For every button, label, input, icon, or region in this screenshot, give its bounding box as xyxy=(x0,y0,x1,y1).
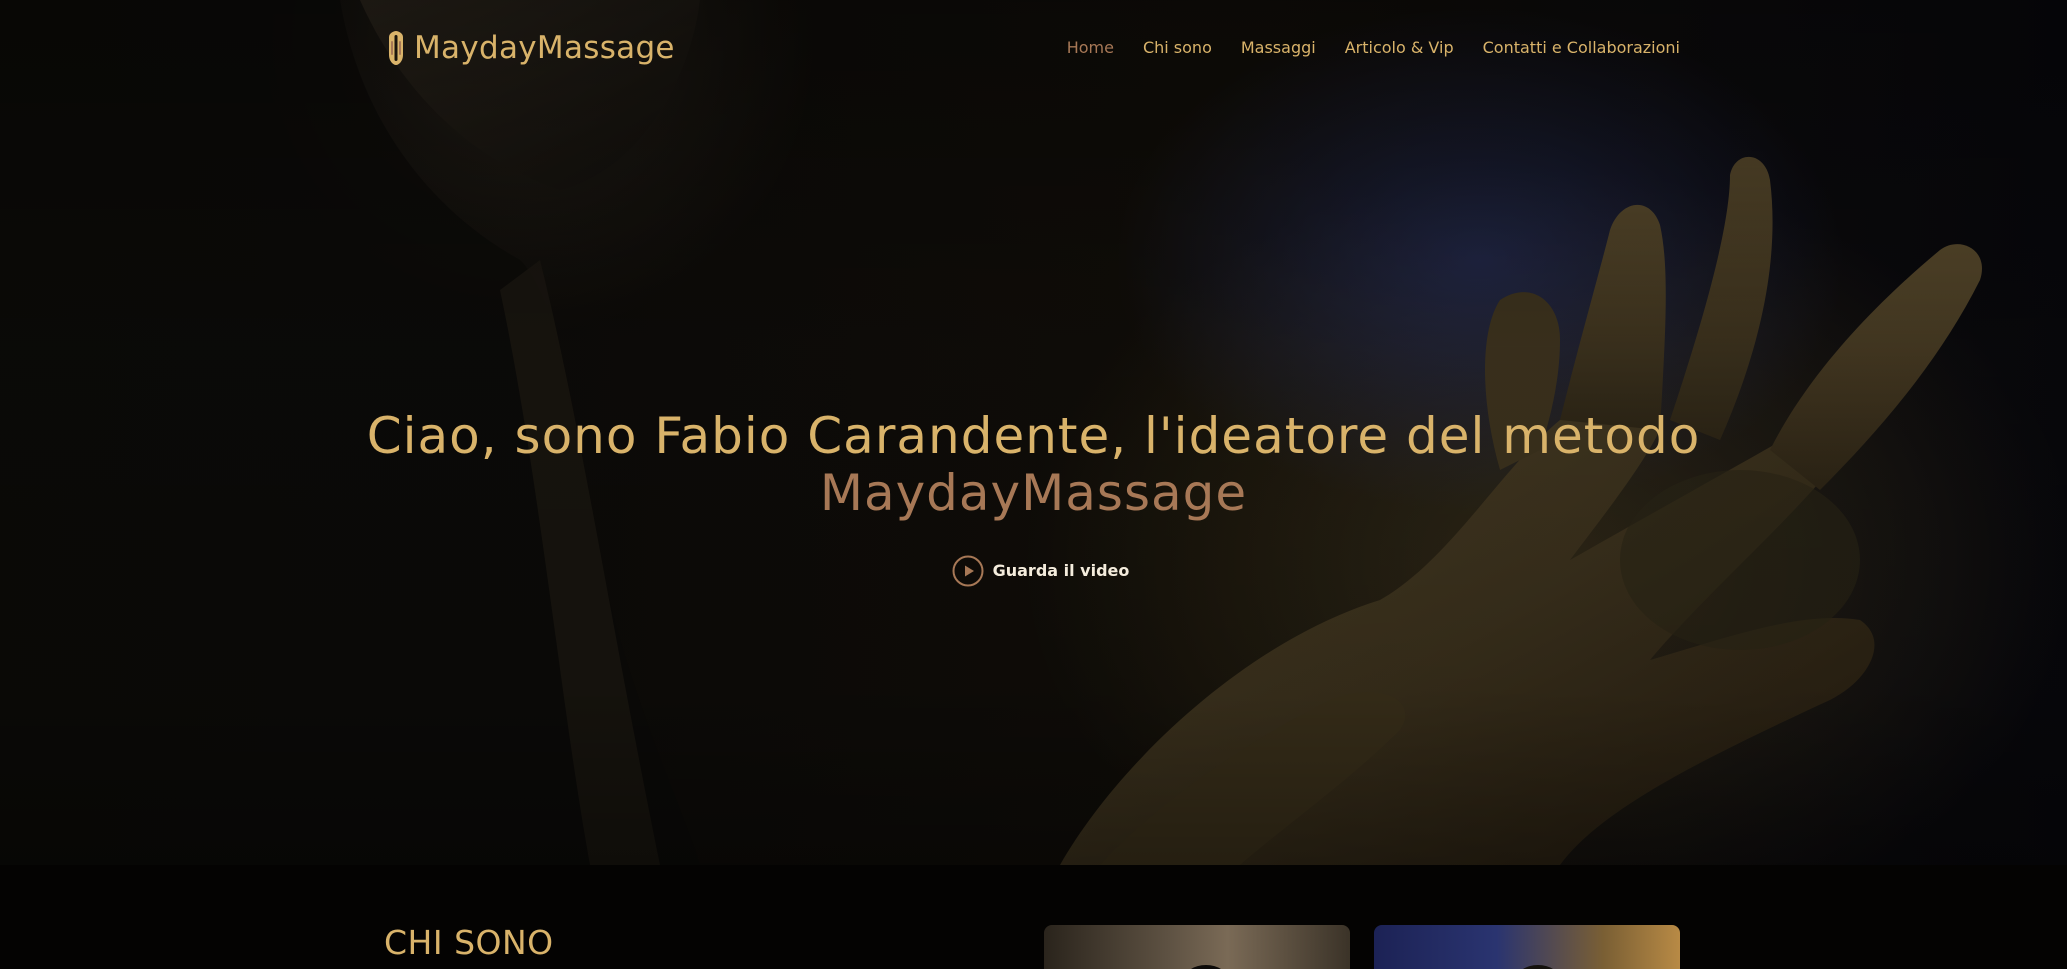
nav-item-articolo-vip: Articolo & Vip xyxy=(1345,36,1454,60)
nav-link-chi-sono[interactable]: Chi sono xyxy=(1143,38,1212,57)
page: MaydayMassage Home Chi sono Massaggi Art… xyxy=(0,0,2067,969)
nav-item-home: Home xyxy=(1067,36,1114,60)
about-photo-2 xyxy=(1374,925,1680,969)
photo-1-subject xyxy=(1184,965,1228,969)
about-section: CHI SONO xyxy=(0,865,2067,969)
watch-video-button[interactable]: Guarda il video xyxy=(952,555,1130,587)
about-title: CHI SONO xyxy=(384,923,554,962)
hero-section: MaydayMassage Home Chi sono Massaggi Art… xyxy=(0,0,2067,865)
nav-item-chi-sono: Chi sono xyxy=(1143,36,1212,60)
logo-text: MaydayMassage xyxy=(414,30,675,66)
massage-stone-icon xyxy=(389,31,403,65)
hero-title: Ciao, sono Fabio Carandente, l'ideatore … xyxy=(0,408,2067,522)
nav-link-contatti[interactable]: Contatti e Collaborazioni xyxy=(1483,38,1680,57)
logo-link[interactable]: MaydayMassage xyxy=(386,26,675,70)
about-photo-1 xyxy=(1044,925,1350,969)
nav-link-articolo-vip[interactable]: Articolo & Vip xyxy=(1345,38,1454,57)
play-circle-icon xyxy=(952,555,984,587)
nav-link-massaggi[interactable]: Massaggi xyxy=(1241,38,1316,57)
site-header: MaydayMassage Home Chi sono Massaggi Art… xyxy=(0,0,2067,96)
nav-item-massaggi: Massaggi xyxy=(1241,36,1316,60)
nav-list: Home Chi sono Massaggi Articolo & Vip Co… xyxy=(1067,36,1680,60)
nav-item-contatti: Contatti e Collaborazioni xyxy=(1483,36,1680,60)
hero-title-brand: MaydayMassage xyxy=(819,464,1248,522)
nav-link-home[interactable]: Home xyxy=(1067,38,1114,57)
photo-2-subject xyxy=(1516,965,1560,969)
hero-content: Ciao, sono Fabio Carandente, l'ideatore … xyxy=(0,408,2067,591)
hero-title-line1: Ciao, sono Fabio Carandente, l'ideatore … xyxy=(366,407,1701,465)
watch-video-label: Guarda il video xyxy=(992,561,1130,580)
